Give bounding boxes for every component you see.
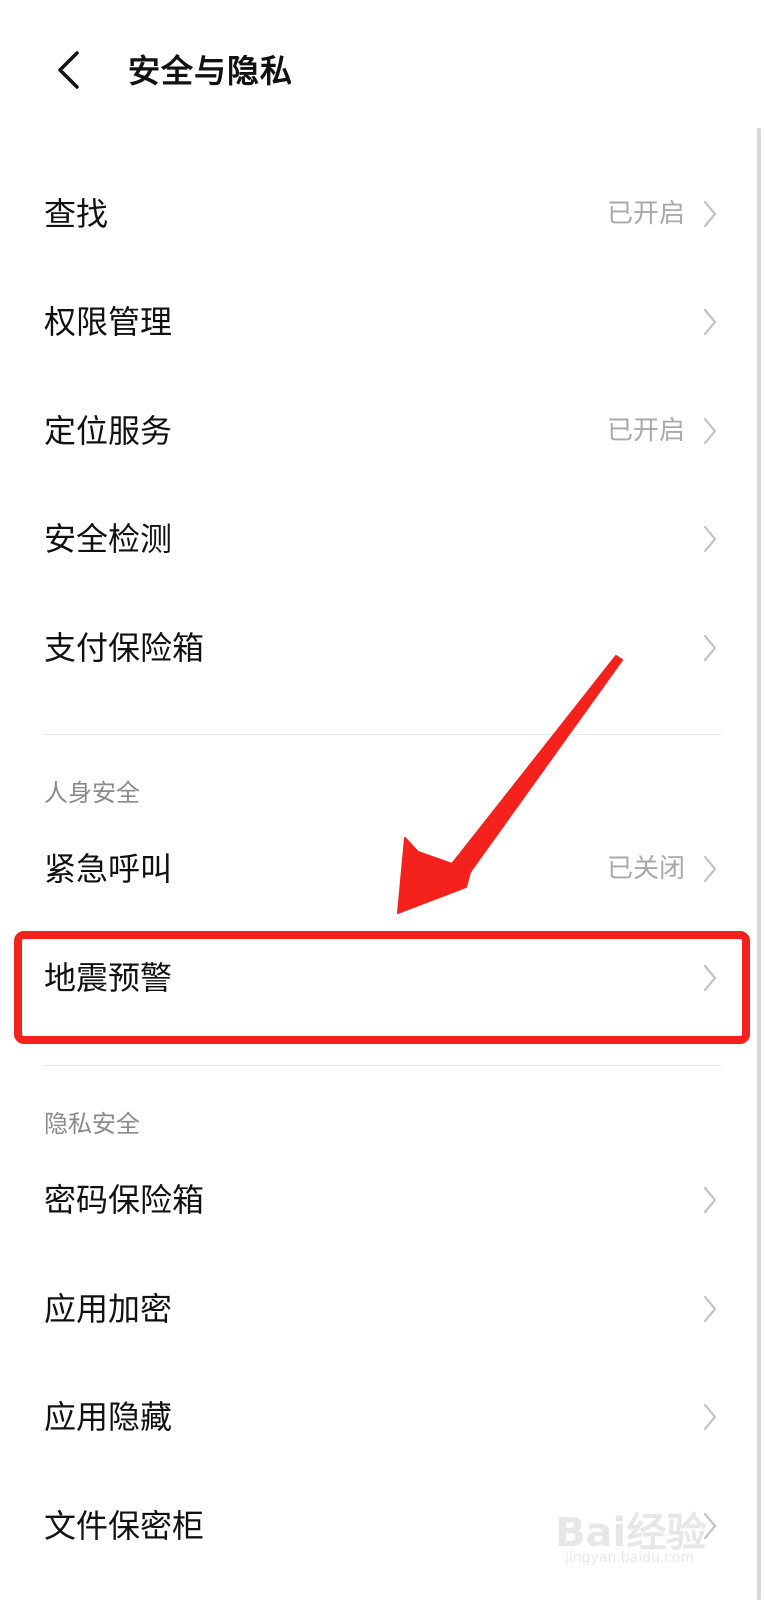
settings-row-password-safe[interactable]: 密码保险箱 — [0, 1146, 765, 1254]
row-label: 查找 — [44, 195, 109, 233]
chevron-right-icon — [703, 308, 717, 336]
settings-row-location-service[interactable]: 定位服务 已开启 — [0, 377, 765, 485]
settings-row-permission-management[interactable]: 权限管理 — [0, 268, 765, 376]
row-label: 安全检测 — [44, 520, 173, 558]
settings-row-file-safe[interactable]: 文件保密柜 — [0, 1472, 765, 1580]
chevron-right-icon — [703, 525, 717, 553]
chevron-right-icon — [703, 964, 717, 992]
chevron-right-icon — [703, 417, 717, 445]
scrollbar[interactable] — [757, 128, 761, 1600]
chevron-left-icon — [58, 51, 79, 89]
row-label: 文件保密柜 — [44, 1507, 205, 1545]
settings-row-emergency-call[interactable]: 紧急呼叫 已关闭 — [0, 815, 765, 923]
row-label: 定位服务 — [44, 412, 173, 450]
settings-row-payment-safe[interactable]: 支付保险箱 — [0, 594, 765, 702]
settings-row-find[interactable]: 查找 已开启 — [0, 160, 765, 268]
chevron-right-icon — [703, 200, 717, 228]
settings-row-earthquake-alert[interactable]: 地震预警 — [0, 924, 765, 1032]
row-status: 已开启 — [606, 199, 685, 229]
row-label: 紧急呼叫 — [44, 850, 173, 888]
back-button[interactable] — [46, 45, 90, 95]
row-status: 已关闭 — [606, 854, 685, 884]
chevron-right-icon — [703, 855, 717, 883]
section-title-personal-safety: 人身安全 — [44, 779, 140, 807]
row-label: 应用隐藏 — [44, 1398, 173, 1436]
settings-row-app-hide[interactable]: 应用隐藏 — [0, 1363, 765, 1471]
page-title: 安全与隐私 — [128, 52, 294, 90]
section-title-privacy-safety: 隐私安全 — [44, 1110, 140, 1138]
row-label: 支付保险箱 — [44, 629, 205, 667]
settings-row-app-encryption[interactable]: 应用加密 — [0, 1255, 765, 1363]
section-divider — [44, 734, 722, 735]
row-label: 权限管理 — [44, 303, 173, 341]
chevron-right-icon — [703, 1295, 717, 1323]
row-label: 密码保险箱 — [44, 1181, 205, 1219]
row-label: 应用加密 — [44, 1290, 173, 1328]
section-divider — [44, 1065, 722, 1066]
row-label: 地震预警 — [44, 959, 173, 997]
chevron-right-icon — [703, 1186, 717, 1214]
chevron-right-icon — [703, 1512, 717, 1540]
top-bar: 安全与隐私 — [0, 30, 765, 110]
chevron-right-icon — [703, 634, 717, 662]
row-status: 已开启 — [606, 416, 685, 446]
chevron-right-icon — [703, 1403, 717, 1431]
settings-row-security-check[interactable]: 安全检测 — [0, 485, 765, 593]
